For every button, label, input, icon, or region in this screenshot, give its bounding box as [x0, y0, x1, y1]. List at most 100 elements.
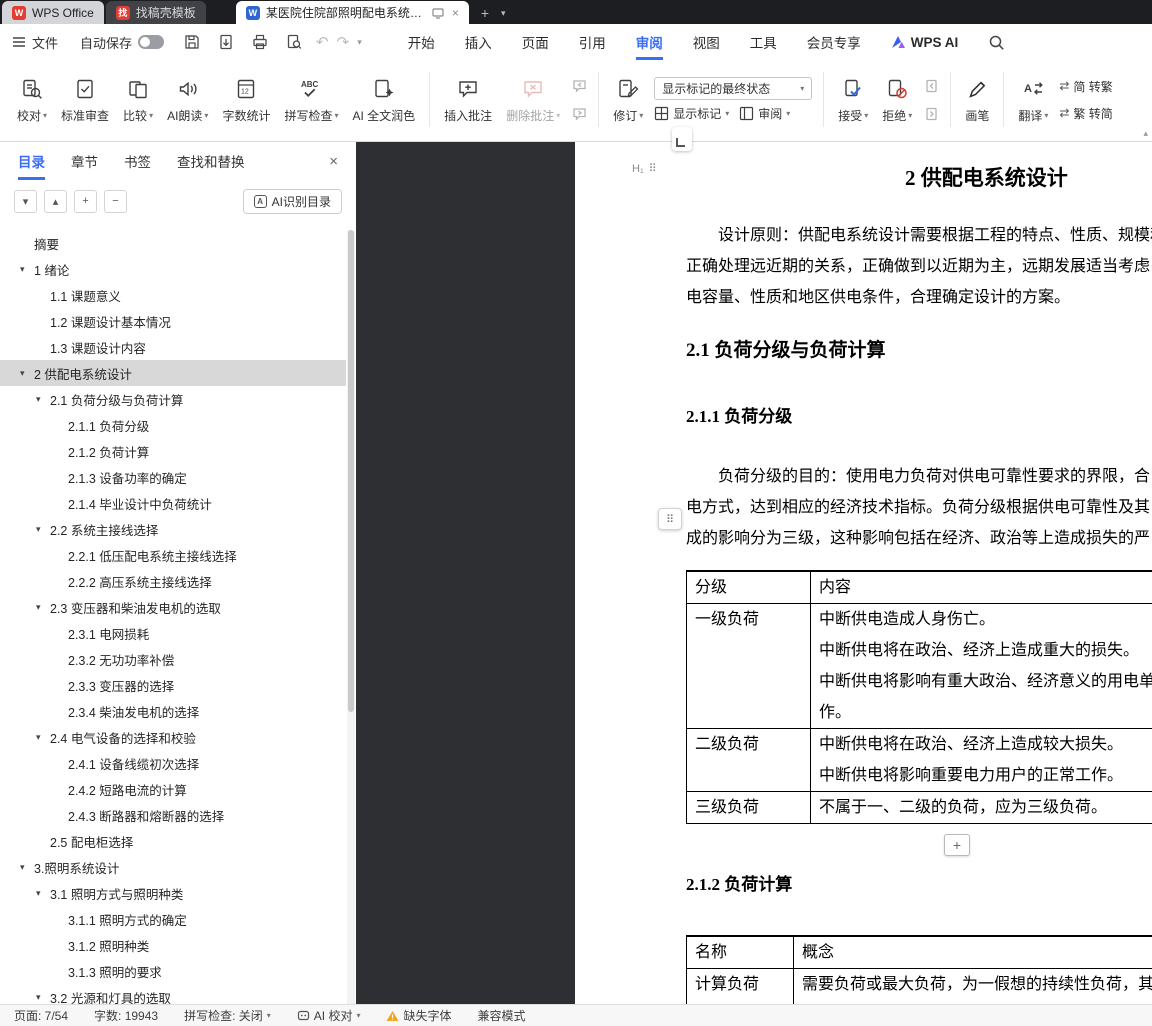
menu-member[interactable]: 会员专享 [807, 24, 861, 60]
sidebar-tab-bookmarks[interactable]: 书签 [124, 142, 151, 180]
table-cell[interactable]: 不属于一、二级的负荷，应为三级负荷。 [810, 791, 1152, 824]
to-simplified-button[interactable]: ⇄ 繁 转简 [1059, 105, 1112, 122]
ai-proofread-status[interactable]: AI 校对 ▾ [297, 1007, 360, 1024]
table-cell[interactable]: 需要负荷或最大负荷，为一假想的持续性负荷，其 一时间内实际变动负荷所产生的最大热… [793, 968, 1152, 1004]
toc-item[interactable]: 摘要 [0, 230, 346, 256]
standard-review-button[interactable]: 标准审查 [54, 66, 116, 133]
toc-item[interactable]: ▾ 2.1 负荷分级与负荷计算 [0, 386, 346, 412]
doc-paragraph-line[interactable]: 电方式，达到相应的经济技术指标。负荷分级根据供电可靠性及其 [686, 492, 1152, 523]
document-page[interactable]: 2 供配电系统设计 设计原则：供配电系统设计需要根据工程的特点、性质、规模和 正… [575, 142, 1152, 1004]
doc-paragraph-line[interactable]: 电容量、性质和地区供电条件，合理确定设计的方案。 [686, 282, 1152, 313]
toc-item[interactable]: 2.5 配电柜选择 [0, 828, 346, 854]
heading-drag-handle[interactable]: H₁ ⠿ [632, 162, 657, 176]
table-cell[interactable]: 一级负荷 [686, 603, 811, 729]
table-header-cell[interactable]: 分级 [686, 570, 811, 604]
collapse-ribbon-icon[interactable]: ▴ [1143, 128, 1148, 139]
toc-item[interactable]: 2.1.1 负荷分级 [0, 412, 346, 438]
previous-revision-icon[interactable] [922, 78, 940, 94]
delete-comment-button[interactable]: 删除批注 ▾ [499, 66, 567, 133]
toc-item[interactable]: ▾ 3.1 照明方式与照明种类 [0, 880, 346, 906]
page-indicator[interactable]: 页面: 7/54 [14, 1007, 68, 1024]
page-margin-corner-button[interactable] [672, 127, 692, 151]
doc-paragraph-line[interactable]: 负荷分级的目的：使用电力负荷对供电可靠性要求的界限，合 [686, 461, 1152, 492]
toc-item[interactable]: ▾ 2.3 变压器和柴油发电机的选取 [0, 594, 346, 620]
toc-item[interactable]: 3.1.1 照明方式的确定 [0, 906, 346, 932]
tab-list-caret-icon[interactable]: ▾ [501, 2, 506, 24]
sidebar-tab-contents[interactable]: 目录 [18, 142, 45, 180]
new-tab-button[interactable]: + [481, 2, 489, 24]
accept-revision-button[interactable]: 接受 ▾ [831, 66, 875, 133]
collapse-arrow-icon[interactable]: ▾ [20, 368, 34, 379]
table-cell[interactable]: 中断供电将在政治、经济上造成较大损失。 中断供电将影响重要电力用户的正常工作。 [810, 728, 1152, 792]
doc-paragraph-line[interactable]: 设计原则：供配电系统设计需要根据工程的特点、性质、规模和 [686, 220, 1152, 251]
doc-paragraph-line[interactable]: 正确处理远近期的关系，正确做到以近期为主，远期发展适当考虑 [686, 251, 1152, 282]
undo-icon[interactable]: ↶ [316, 33, 329, 51]
file-menu-button[interactable]: 文件 [12, 33, 58, 52]
search-icon[interactable] [988, 34, 1005, 51]
collapse-all-icon[interactable]: ▴ [44, 189, 67, 213]
collapse-arrow-icon[interactable]: ▾ [36, 394, 50, 405]
toc-item[interactable]: 2.4.2 短路电流的计算 [0, 776, 346, 802]
table-cell[interactable]: 三级负荷 [686, 791, 811, 824]
next-comment-icon[interactable] [570, 106, 588, 122]
compatibility-mode-indicator[interactable]: 兼容模式 [477, 1007, 525, 1024]
toc-item[interactable]: 3.1.3 照明的要求 [0, 958, 346, 984]
load-calculation-table[interactable]: 名称 概念 计算负荷 需要负荷或最大负荷，为一假想的持续性负荷，其 一时间内实际… [686, 935, 1152, 1004]
menu-reference[interactable]: 引用 [579, 24, 606, 60]
review-pane-button[interactable]: 审阅 ▾ [739, 105, 790, 122]
markup-state-select[interactable]: 显示标记的最终状态 ▾ [654, 77, 813, 100]
toc-item[interactable]: ▾ 3.照明系统设计 [0, 854, 346, 880]
redo-icon[interactable]: ↷ [337, 33, 350, 51]
doc-heading-subsection[interactable]: 2.1.2 负荷计算 [686, 870, 1152, 895]
table-header-cell[interactable]: 内容 [810, 570, 1152, 604]
reject-revision-button[interactable]: 拒绝 ▾ [875, 66, 919, 133]
zoom-out-toc-icon[interactable]: − [104, 189, 127, 213]
ai-polish-button[interactable]: AI 全文润色 [345, 66, 422, 133]
sidebar-tab-chapters[interactable]: 章节 [71, 142, 98, 180]
table-header-cell[interactable]: 名称 [686, 935, 794, 969]
menu-tools[interactable]: 工具 [750, 24, 777, 60]
to-traditional-button[interactable]: ⇄ 简 转繁 [1059, 78, 1112, 95]
previous-comment-icon[interactable] [570, 78, 588, 94]
doc-heading-chapter[interactable]: 2 供配电系统设计 [905, 162, 1152, 192]
doc-heading-section[interactable]: 2.1 负荷分级与负荷计算 [686, 335, 1152, 362]
ai-read-button[interactable]: AI朗读 ▾ [160, 66, 215, 133]
word-count-button[interactable]: 12 字数统计 [215, 66, 277, 133]
spellcheck-status[interactable]: 拼写检查: 关闭 ▾ [184, 1007, 271, 1024]
tab-template[interactable]: 找 找稿壳模板 [105, 1, 206, 24]
toc-item[interactable]: 2.2.1 低压配电系统主接线选择 [0, 542, 346, 568]
insert-comment-button[interactable]: 插入批注 [437, 66, 499, 133]
next-revision-icon[interactable] [922, 106, 940, 122]
collapse-arrow-icon[interactable]: ▾ [20, 862, 34, 873]
table-header-cell[interactable]: 概念 [793, 935, 1152, 969]
toc-item[interactable]: 1.2 课题设计基本情况 [0, 308, 346, 334]
toc-item[interactable]: 2.3.3 变压器的选择 [0, 672, 346, 698]
toc-item[interactable]: 2.3.2 无功功率补偿 [0, 646, 346, 672]
print-preview-icon[interactable] [284, 32, 304, 52]
autosave-control[interactable]: 自动保存 [80, 33, 165, 52]
print-icon[interactable] [250, 32, 270, 52]
word-count-indicator[interactable]: 字数: 19943 [94, 1007, 158, 1024]
toc-item[interactable]: 2.4.3 断路器和熔断器的选择 [0, 802, 346, 828]
track-changes-button[interactable]: 修订 ▾ [606, 66, 650, 133]
sidebar-scrollbar[interactable] [347, 230, 355, 1004]
load-classification-table[interactable]: 分级 内容 一级负荷 中断供电造成人身伤亡。 中断供电将在政治、经济上造成重大的… [686, 570, 1152, 824]
close-sidebar-icon[interactable]: × [329, 153, 338, 170]
close-tab-icon[interactable]: × [452, 6, 459, 20]
doc-heading-subsection[interactable]: 2.1.1 负荷分级 [686, 402, 1152, 427]
paragraph-drag-handle[interactable]: ⠿ [658, 508, 682, 530]
menu-view[interactable]: 视图 [693, 24, 720, 60]
menu-home[interactable]: 开始 [408, 24, 435, 60]
spell-check-button[interactable]: ABC 拼写检查 ▾ [277, 66, 345, 133]
toc-item[interactable]: 2.1.3 设备功率的确定 [0, 464, 346, 490]
doc-paragraph-line[interactable]: 成的影响分为三级，这种影响包括在经济、政治等上造成损失的严 [686, 523, 1152, 554]
menu-review-active[interactable]: 审阅 [635, 24, 663, 60]
autosave-toggle[interactable] [138, 35, 165, 49]
collapse-arrow-icon[interactable]: ▾ [36, 992, 50, 1003]
toc-item[interactable]: 3.1.2 照明种类 [0, 932, 346, 958]
collapse-arrow-icon[interactable]: ▾ [36, 602, 50, 613]
missing-font-warning[interactable]: 缺失字体 [386, 1007, 451, 1024]
ink-brush-button[interactable]: 画笔 [958, 66, 996, 133]
toc-item[interactable]: 1.1 课题意义 [0, 282, 346, 308]
undo-history-caret-icon[interactable]: ▾ [357, 37, 362, 48]
